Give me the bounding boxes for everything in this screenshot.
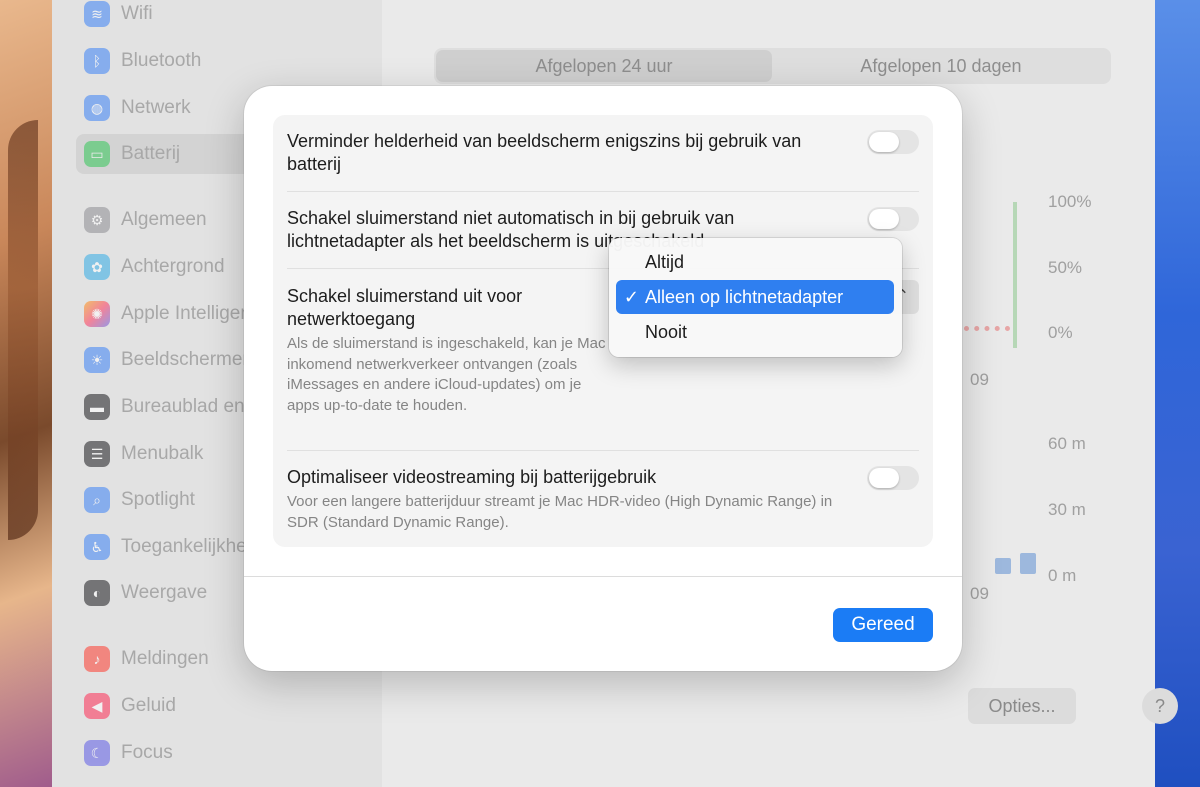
sidebar-item-label: Wifi: [121, 3, 153, 24]
sheet-separator: [244, 576, 962, 577]
sidebar-item-bluetooth[interactable]: ᛒ Bluetooth: [76, 41, 366, 81]
screen-time-bar: [1020, 553, 1036, 574]
search-icon: ⌕: [84, 487, 110, 513]
sidebar-item-label: Meldingen: [121, 648, 209, 669]
menu-item-label: Alleen op lichtnetadapter: [645, 286, 844, 307]
appearance-icon: ◐: [84, 580, 110, 606]
sidebar-item-wifi[interactable]: ≋ Wifi: [76, 0, 366, 34]
screen-time-bar: [995, 558, 1011, 574]
globe-icon: ◍: [84, 95, 110, 121]
menu-item-label: Altijd: [645, 251, 685, 272]
sidebar-item-label: Bureaublad en: [121, 396, 245, 417]
sidebar-item-label: Focus: [121, 742, 173, 763]
wifi-icon: ≋: [84, 1, 110, 27]
sidebar-item-label: Algemeen: [121, 209, 207, 230]
time-axis-0: 0 m: [1048, 566, 1077, 585]
menu-item-always[interactable]: Altijd: [616, 245, 894, 279]
sidebar-item-label: Beeldschermen: [121, 349, 254, 370]
menu-item-never[interactable]: Nooit: [616, 315, 894, 349]
done-button[interactable]: Gereed: [833, 608, 933, 642]
desktop-wallpaper-right: [1155, 0, 1200, 787]
sidebar-item-label: Bluetooth: [121, 50, 202, 71]
row-network-access-title: Schakel sluimerstand uit voor netwerktoe…: [287, 286, 523, 329]
divider: [287, 450, 919, 451]
prevent-sleep-toggle[interactable]: [867, 207, 919, 231]
menubar-icon: ☰: [84, 441, 110, 467]
row-network-access-description: Als de sluimerstand is ingeschakeld, kan…: [287, 335, 606, 414]
sidebar-item-geluid[interactable]: ◀ Geluid: [76, 686, 366, 726]
battery-level-bar: [1013, 202, 1017, 348]
menu-item-power-adapter-only[interactable]: ✓ Alleen op lichtnetadapter: [616, 280, 894, 314]
sidebar-item-label: Netwerk: [121, 97, 191, 118]
help-button[interactable]: ?: [1142, 688, 1178, 724]
flower-icon: ✿: [84, 254, 110, 280]
divider: [287, 191, 919, 192]
time-axis-30: 30 m: [1048, 500, 1086, 519]
sidebar-item-label: Toegankelijkheid: [121, 536, 262, 557]
sidebar-item-label: Geluid: [121, 695, 176, 716]
time-x-label: 09: [970, 584, 989, 603]
sidebar-item-label: Spotlight: [121, 489, 195, 510]
battery-icon: ▭: [84, 141, 110, 167]
sidebar-item-focus[interactable]: ☾ Focus: [76, 733, 366, 773]
battery-axis-100: 100%: [1048, 192, 1092, 211]
moon-icon: ☾: [84, 740, 110, 766]
segment-last-24-hours[interactable]: Afgelopen 24 uur: [436, 50, 772, 82]
sidebar-item-label: Achtergrond: [121, 256, 225, 277]
options-sheet: Verminder helderheid van beeldscherm eni…: [244, 86, 962, 671]
time-range-segmented-control: Afgelopen 24 uur Afgelopen 10 dagen: [434, 48, 1111, 84]
battery-x-label: 09: [970, 370, 989, 389]
options-button[interactable]: Opties...: [968, 688, 1076, 724]
desktop-wallpaper-left: [0, 0, 52, 787]
gear-icon: ⚙: [84, 207, 110, 233]
battery-axis-0: 0%: [1048, 323, 1073, 342]
sun-icon: ☀: [84, 347, 110, 373]
row-reduce-brightness-title: Verminder helderheid van beeldscherm eni…: [287, 131, 802, 174]
menu-item-label: Nooit: [645, 321, 688, 342]
desktop-icon: ▬: [84, 394, 110, 420]
row-video-streaming-title: Optimaliseer videostreaming bij batterij…: [287, 467, 657, 487]
battery-usage-dots: [964, 326, 1010, 331]
segment-last-10-days[interactable]: Afgelopen 10 dagen: [773, 50, 1109, 82]
sidebar-item-label: Batterij: [121, 143, 181, 164]
bluetooth-icon: ᛒ: [84, 48, 110, 74]
speaker-icon: ◀: [84, 693, 110, 719]
network-access-menu: Altijd ✓ Alleen op lichtnetadapter Nooit: [609, 238, 902, 357]
video-streaming-toggle[interactable]: [867, 466, 919, 490]
battery-axis-50: 50%: [1048, 258, 1083, 277]
sidebar-item-label: Weergave: [121, 582, 208, 603]
reduce-brightness-toggle[interactable]: [867, 130, 919, 154]
accessibility-icon: ♿: [84, 534, 110, 560]
sidebar-item-label: Menubalk: [121, 443, 204, 464]
row-video-streaming-description: Voor een langere batterijduur streamt je…: [287, 493, 833, 531]
checkmark-icon: ✓: [623, 286, 639, 307]
sparkle-icon: ✺: [84, 301, 110, 327]
bell-icon: ♪: [84, 646, 110, 672]
time-axis-60: 60 m: [1048, 434, 1086, 453]
